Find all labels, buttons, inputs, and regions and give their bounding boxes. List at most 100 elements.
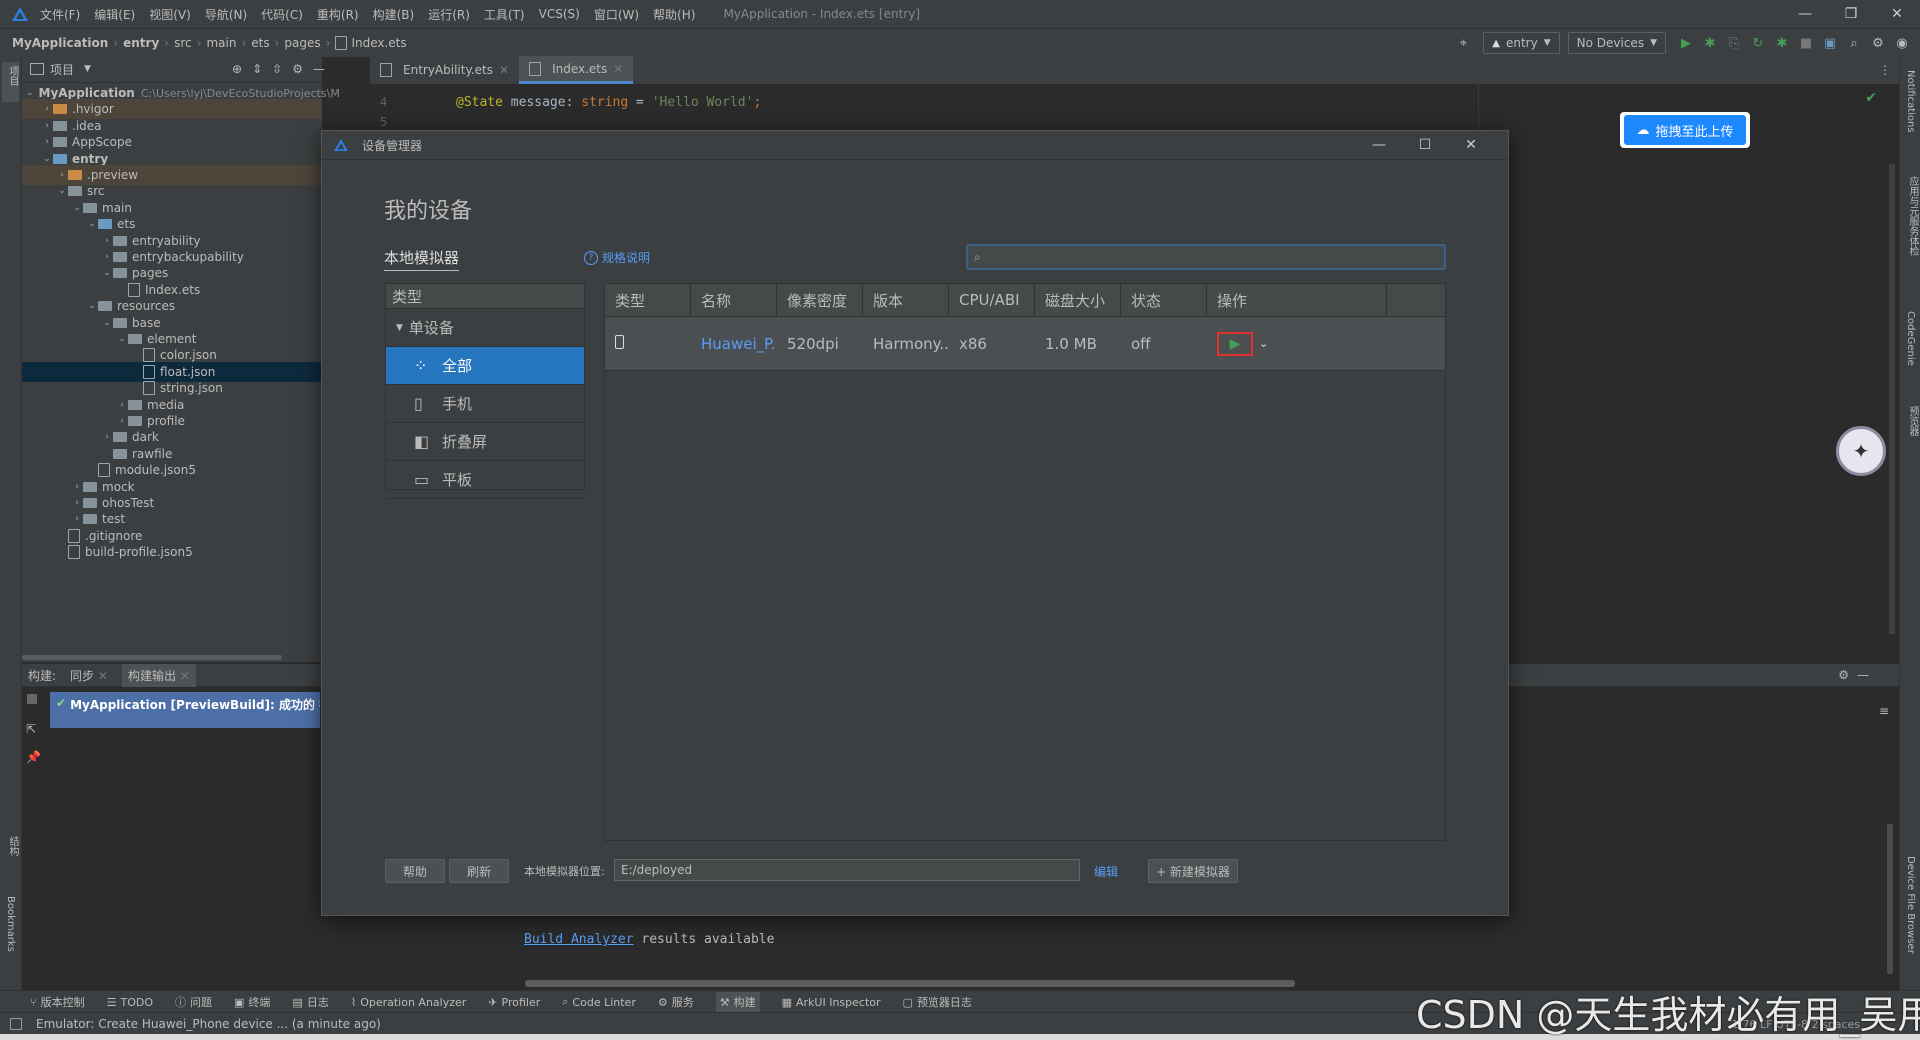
- column-header[interactable]: 像素密度: [777, 284, 863, 316]
- chevron-right-icon[interactable]: ›: [41, 121, 53, 131]
- spec-link[interactable]: ? 规格说明: [584, 249, 650, 266]
- column-header[interactable]: CPU/ABI: [949, 284, 1035, 316]
- menu-item[interactable]: 视图(V): [149, 6, 191, 23]
- close-tab-icon[interactable]: ✕: [613, 62, 623, 76]
- chevron-down-icon[interactable]: ▼: [84, 64, 91, 74]
- build-scrollbar[interactable]: [1887, 824, 1893, 974]
- tab-local-emulator[interactable]: 本地模拟器: [384, 247, 460, 271]
- hide-panel-icon[interactable]: —: [313, 62, 325, 76]
- bottom-tool-button[interactable]: ☰ TODO: [107, 996, 153, 1009]
- chevron-down-icon[interactable]: ⌄: [101, 318, 113, 328]
- project-tool-button[interactable]: 项目: [2, 62, 19, 102]
- tab-build-output[interactable]: 构建输出 ✕: [121, 663, 196, 687]
- column-header[interactable]: 磁盘大小: [1035, 284, 1121, 316]
- chevron-right-icon[interactable]: ›: [101, 236, 113, 246]
- column-header[interactable]: 状态: [1121, 284, 1207, 316]
- rerun-icon[interactable]: ↻: [1751, 36, 1765, 51]
- gear-icon[interactable]: ⚙: [1871, 36, 1885, 51]
- menu-item[interactable]: 帮助(H): [653, 6, 695, 23]
- chevron-right-icon[interactable]: ›: [71, 514, 83, 524]
- menu-item[interactable]: 重构(R): [317, 6, 359, 23]
- account-icon[interactable]: ◉: [1895, 36, 1909, 51]
- new-emulator-button[interactable]: + 新建模拟器: [1148, 859, 1238, 883]
- column-header[interactable]: 版本: [863, 284, 949, 316]
- chevron-down-icon[interactable]: ⌄: [86, 301, 98, 311]
- structure-tool-label[interactable]: 结构: [5, 836, 20, 856]
- menu-item[interactable]: 构建(B): [373, 6, 415, 23]
- previewer-tool-label[interactable]: 预览器: [1905, 406, 1920, 436]
- close-tab-icon[interactable]: ✕: [98, 669, 108, 683]
- dialog-minimize-button[interactable]: —: [1356, 131, 1402, 159]
- menu-item[interactable]: 工具(T): [484, 6, 525, 23]
- bottom-tool-button[interactable]: ⌕ Code Linter: [562, 995, 636, 1009]
- category-item-phone[interactable]: ▯ 手机: [386, 385, 584, 423]
- stop-build-icon[interactable]: [27, 694, 37, 704]
- bottom-tool-button[interactable]: ⚙ 服务: [658, 994, 694, 1010]
- chevron-down-icon[interactable]: ⌄: [101, 268, 113, 278]
- status-message[interactable]: Emulator: Create Huawei_Phone device ...…: [36, 1017, 381, 1031]
- breadcrumb-item[interactable]: main: [206, 36, 236, 50]
- dialog-close-button[interactable]: ✕: [1448, 131, 1494, 159]
- chevron-right-icon[interactable]: ›: [101, 432, 113, 442]
- breadcrumb-item[interactable]: src: [174, 36, 192, 50]
- chevron-down-icon[interactable]: ⌄: [86, 219, 98, 229]
- column-header[interactable]: 名称: [691, 284, 777, 316]
- refresh-button[interactable]: 刷新: [449, 859, 509, 883]
- category-item-all[interactable]: ⁘ 全部: [386, 347, 584, 385]
- more-options-icon[interactable]: ⋮: [1879, 63, 1891, 77]
- close-tab-icon[interactable]: ✕: [499, 63, 509, 77]
- chevron-right-icon[interactable]: ›: [41, 137, 53, 147]
- debug-icon[interactable]: ✱: [1703, 36, 1717, 51]
- menu-item[interactable]: 窗口(W): [594, 6, 639, 23]
- chevron-down-icon[interactable]: ⌄: [56, 186, 68, 196]
- column-header[interactable]: 操作: [1207, 284, 1387, 316]
- attach-debugger-icon[interactable]: ⎘: [1727, 36, 1741, 51]
- device-search-input[interactable]: ⌕: [966, 244, 1446, 270]
- chevron-down-icon[interactable]: ⌄: [26, 88, 34, 98]
- table-row[interactable]: Huawei_P... 520dpi Harmony... x86 1.0 MB…: [605, 317, 1445, 371]
- device-manager-icon[interactable]: ▣: [1823, 36, 1837, 51]
- upload-widget[interactable]: ☁ 拖拽至此上传: [1620, 112, 1750, 148]
- category-item-foldable[interactable]: ◧ 折叠屏: [386, 423, 584, 461]
- breadcrumb-item[interactable]: ets: [251, 36, 269, 50]
- menu-item[interactable]: 代码(C): [261, 6, 303, 23]
- gear-icon[interactable]: ⚙: [292, 62, 303, 76]
- maximize-button[interactable]: ❐: [1828, 0, 1874, 28]
- bottom-tool-button[interactable]: ⓘ 问题: [175, 994, 212, 1010]
- bottom-tool-button[interactable]: ▦ ArkUI Inspector: [782, 996, 881, 1009]
- build-tree-item[interactable]: ✔ MyApplication [PreviewBuild]: 成功的 在2: [50, 692, 320, 728]
- project-panel-title[interactable]: 项目: [50, 61, 74, 78]
- chevron-down-icon[interactable]: ⌄: [41, 154, 53, 164]
- chevron-down-icon[interactable]: ⌄: [1259, 337, 1268, 350]
- chevron-down-icon[interactable]: ⌄: [116, 334, 128, 344]
- pin-icon[interactable]: 📌: [26, 750, 44, 764]
- notifications-tool-label[interactable]: Notifications: [1905, 70, 1916, 133]
- bottom-tool-button[interactable]: ▣ 终端: [234, 994, 270, 1010]
- tab-index[interactable]: Index.ets ✕: [519, 56, 634, 84]
- breadcrumb-item[interactable]: MyApplication: [12, 36, 108, 50]
- start-emulator-button[interactable]: ▶: [1217, 331, 1253, 356]
- tab-sync[interactable]: 同步 ✕: [70, 667, 108, 684]
- assistant-avatar-icon[interactable]: ✦: [1836, 426, 1886, 476]
- column-header[interactable]: 类型: [605, 284, 691, 316]
- horizontal-scrollbar[interactable]: [525, 980, 1295, 987]
- tab-entryability[interactable]: EntryAbility.ets ✕: [370, 56, 519, 84]
- dialog-maximize-button[interactable]: ☐: [1402, 131, 1448, 159]
- editor-scrollbar[interactable]: [1889, 164, 1895, 634]
- device-name-link[interactable]: Huawei_P...: [691, 335, 777, 353]
- status-toggle-icon[interactable]: [10, 1018, 22, 1030]
- bottom-tool-button[interactable]: ⑂ 版本控制: [30, 994, 85, 1010]
- expand-all-icon[interactable]: ⇕: [252, 62, 262, 76]
- chevron-right-icon[interactable]: ›: [116, 400, 128, 410]
- menu-item[interactable]: 导航(N): [205, 6, 247, 23]
- device-search-field[interactable]: [980, 248, 1425, 266]
- search-icon[interactable]: ⌕: [1847, 36, 1861, 51]
- device-select[interactable]: No Devices ▼: [1567, 32, 1666, 54]
- locate-icon[interactable]: ⊕: [232, 62, 242, 76]
- chevron-right-icon[interactable]: ›: [71, 498, 83, 508]
- category-group-single[interactable]: ▼ 单设备: [386, 309, 584, 347]
- bottom-tool-button[interactable]: ⌇ Operation Analyzer: [351, 996, 466, 1009]
- build-analyzer-link[interactable]: Build Analyzer: [524, 932, 634, 947]
- target-icon[interactable]: ⌖: [1456, 36, 1470, 51]
- horizontal-scrollbar[interactable]: [22, 655, 282, 660]
